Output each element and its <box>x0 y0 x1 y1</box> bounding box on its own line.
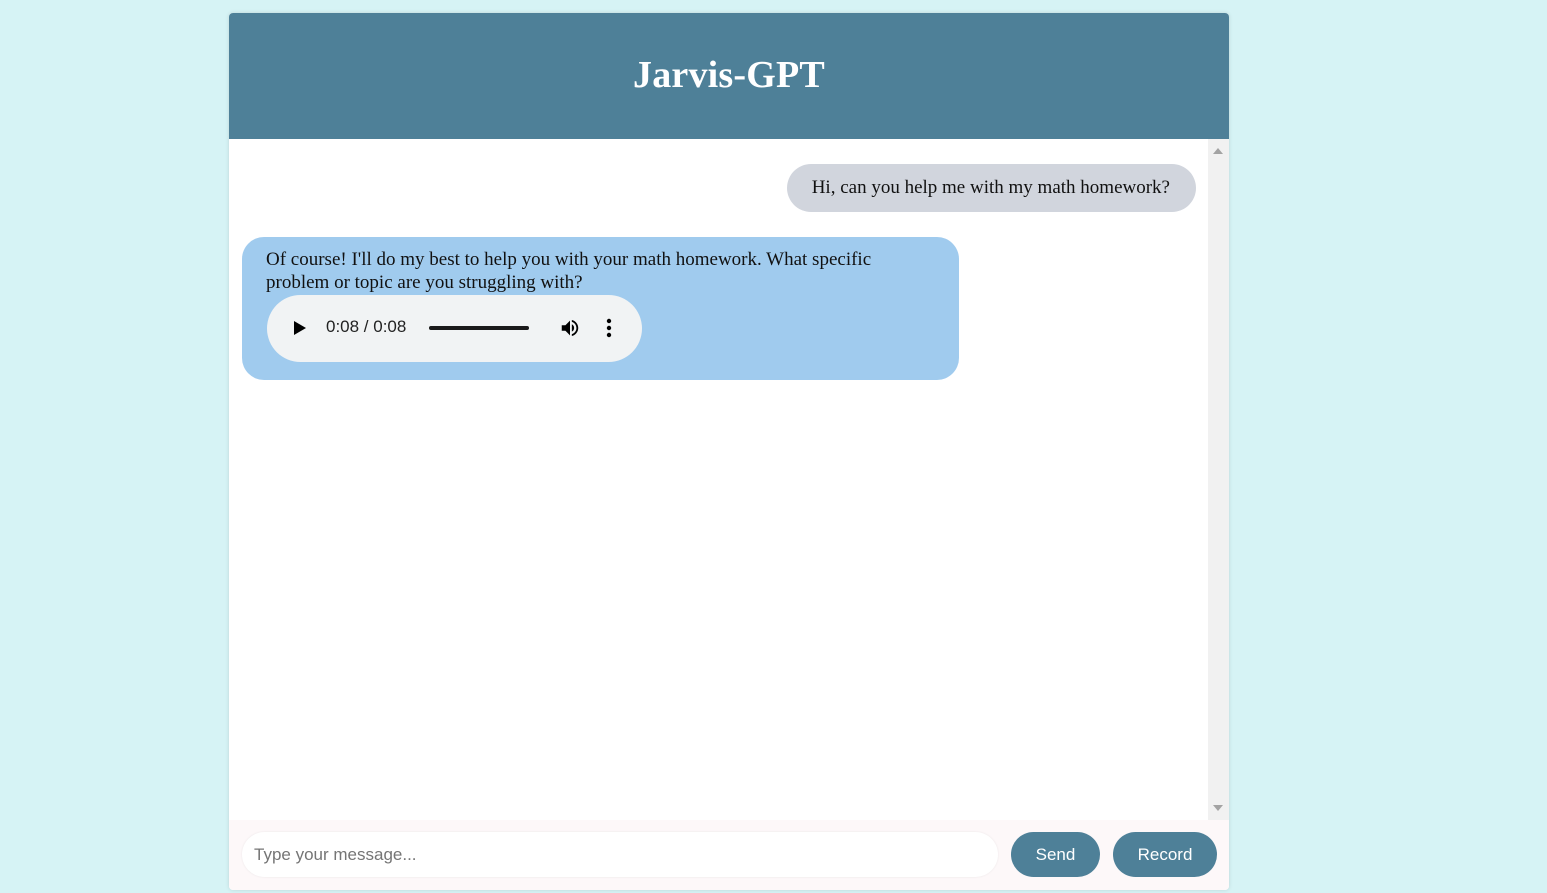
message-input[interactable] <box>242 832 998 877</box>
audio-player: 0:08 / 0:08 <box>267 295 642 362</box>
scroll-down-arrow-icon[interactable] <box>1213 805 1223 811</box>
audio-progress-slider[interactable] <box>429 326 529 330</box>
chat-scrollbar[interactable] <box>1208 139 1229 820</box>
volume-icon[interactable] <box>559 317 581 339</box>
assistant-message-bubble: Of course! I'll do my best to help you w… <box>242 237 959 380</box>
scroll-up-arrow-icon[interactable] <box>1213 148 1223 154</box>
record-button[interactable]: Record <box>1113 832 1217 877</box>
user-message-bubble: Hi, can you help me with my math homewor… <box>786 164 1196 212</box>
play-icon[interactable] <box>294 321 306 335</box>
composer-bar: Send Record <box>229 820 1229 890</box>
chat-messages-area[interactable]: Hi, can you help me with my math homewor… <box>229 139 1208 820</box>
more-options-icon[interactable] <box>606 318 612 338</box>
audio-time-display: 0:08 / 0:08 <box>326 317 407 336</box>
chat-app-window: Jarvis-GPT Hi, can you help me with my m… <box>229 13 1229 890</box>
user-message-text: Hi, can you help me with my math homewor… <box>811 177 1170 198</box>
send-button[interactable]: Send <box>1011 832 1100 877</box>
audio-progress-fill <box>429 326 529 330</box>
app-title: Jarvis-GPT <box>633 54 825 96</box>
app-header: Jarvis-GPT <box>229 13 1229 139</box>
assistant-message-text: Of course! I'll do my best to help you w… <box>266 249 872 293</box>
